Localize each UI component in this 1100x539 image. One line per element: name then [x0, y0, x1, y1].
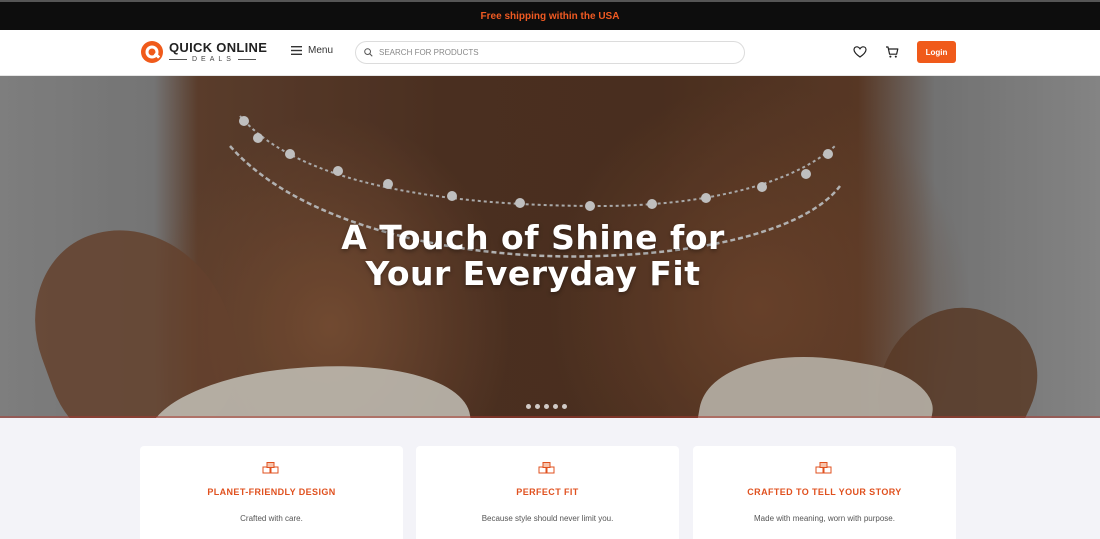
promo-bar: Free shipping within the USA — [0, 0, 1100, 30]
wishlist-button[interactable] — [853, 45, 867, 59]
cart-button[interactable] — [885, 45, 899, 59]
feature-card: CRAFTED TO TELL YOUR STORY Made with mea… — [693, 446, 956, 539]
login-button[interactable]: Login — [917, 41, 956, 63]
search-icon — [364, 48, 373, 57]
site-logo[interactable]: QUICK ONLINE DEALS — [140, 40, 267, 64]
hero-banner: A Touch of Shine for Your Everyday Fit — [0, 76, 1100, 418]
slider-dot[interactable] — [544, 404, 549, 409]
slider-dot[interactable] — [553, 404, 558, 409]
feature-text: Made with meaning, worn with purpose. — [754, 514, 895, 523]
heart-icon — [853, 46, 867, 58]
hero-title-line-1: A Touch of Shine for — [341, 218, 725, 257]
slider-dot[interactable] — [526, 404, 531, 409]
menu-icon — [291, 46, 302, 55]
feature-title: CRAFTED TO TELL YOUR STORY — [747, 487, 902, 497]
feature-icon — [815, 462, 832, 474]
slider-dot[interactable] — [562, 404, 567, 409]
features-section: PLANET-FRIENDLY DESIGN Crafted with care… — [0, 418, 1100, 539]
feature-text: Because style should never limit you. — [481, 514, 614, 523]
feature-card: PERFECT FIT Because style should never l… — [416, 446, 679, 539]
logo-main-text: QUICK ONLINE — [169, 39, 268, 55]
feature-icon — [262, 462, 279, 474]
feature-title: PERFECT FIT — [516, 487, 579, 497]
hero-title: A Touch of Shine for Your Everyday Fit — [0, 220, 1066, 292]
hero-title-line-2: Your Everyday Fit — [365, 254, 701, 293]
menu-button[interactable]: Menu — [291, 45, 333, 56]
search-bar[interactable] — [355, 41, 745, 64]
feature-icon — [538, 462, 555, 474]
site-header: QUICK ONLINE DEALS Menu SEARCH FOR PRODU… — [0, 30, 1100, 76]
feature-text: Crafted with care. — [240, 514, 303, 523]
slider-dot[interactable] — [535, 404, 540, 409]
menu-label: Menu — [308, 45, 334, 56]
search-input[interactable] — [379, 48, 719, 57]
logo-sub-text: DEALS — [192, 55, 235, 63]
slider-dots — [526, 404, 567, 409]
cart-icon — [886, 46, 899, 58]
feature-title: PLANET-FRIENDLY DESIGN — [207, 487, 336, 497]
promo-text: Free shipping within the USA — [480, 10, 620, 22]
feature-card: PLANET-FRIENDLY DESIGN Crafted with care… — [140, 446, 403, 539]
logo-icon — [140, 40, 164, 64]
